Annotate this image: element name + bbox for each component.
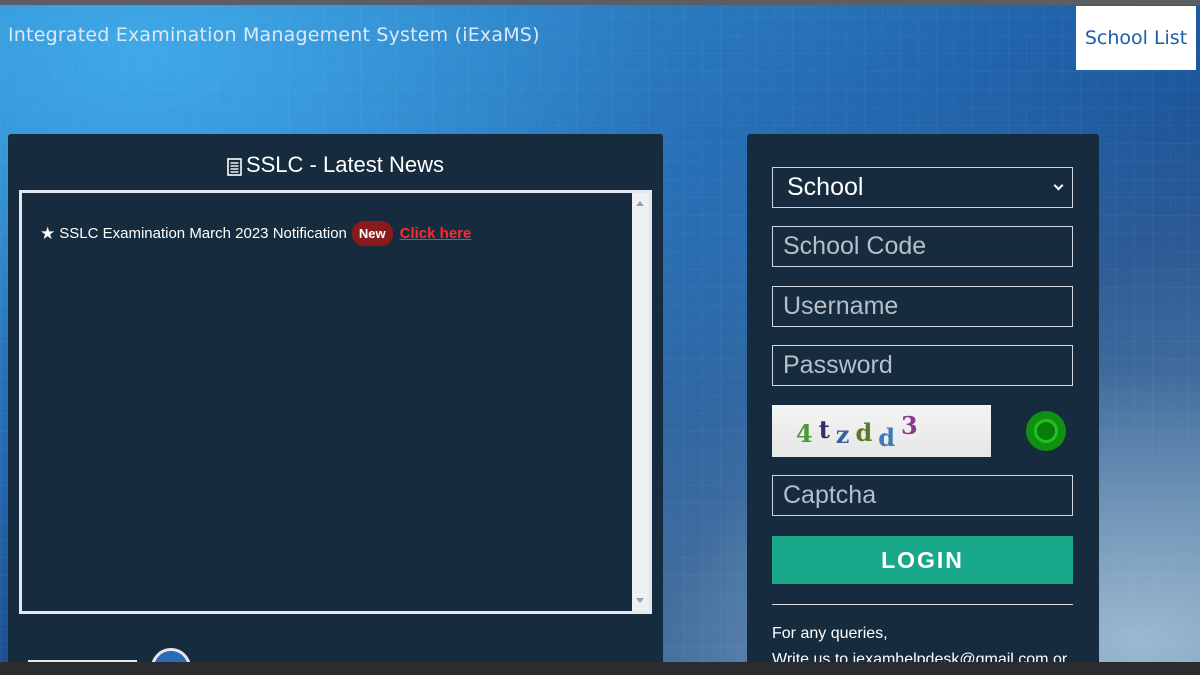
news-scrollbar[interactable] bbox=[632, 193, 649, 611]
news-item-text: SSLC Examination March 2023 Notification bbox=[59, 225, 347, 242]
role-select[interactable]: School bbox=[772, 167, 1073, 208]
login-button[interactable]: LOGIN bbox=[772, 536, 1073, 584]
query-line-1: For any queries, bbox=[772, 625, 888, 642]
app-title: Integrated Examination Management System… bbox=[8, 24, 540, 46]
new-badge: New bbox=[351, 221, 393, 246]
star-icon: ★ bbox=[40, 223, 56, 243]
scroll-down-icon[interactable] bbox=[636, 598, 644, 603]
captcha-char: d bbox=[878, 422, 901, 452]
news-heading: SSLC - Latest News bbox=[8, 152, 663, 178]
login-panel: School School Code Username Password 4tz… bbox=[747, 134, 1099, 674]
chevron-down-icon bbox=[1053, 180, 1064, 191]
school-code-input[interactable]: School Code bbox=[772, 226, 1073, 267]
password-input[interactable]: Password bbox=[772, 345, 1073, 386]
scroll-up-icon[interactable] bbox=[636, 201, 644, 206]
captcha-char: d bbox=[855, 417, 879, 447]
captcha-char: z bbox=[835, 419, 856, 449]
refresh-icon[interactable] bbox=[1026, 411, 1066, 451]
news-item: ★ SSLC Examination March 2023 Notificati… bbox=[40, 221, 471, 246]
captcha-char: 3 bbox=[901, 410, 924, 440]
document-list-icon bbox=[227, 156, 242, 176]
username-input[interactable]: Username bbox=[772, 286, 1073, 327]
latest-news-panel: SSLC - Latest News ★ SSLC Examination Ma… bbox=[8, 134, 663, 675]
news-heading-text: SSLC - Latest News bbox=[245, 152, 445, 177]
click-here-link[interactable]: Click here bbox=[400, 225, 472, 242]
captcha-char: t bbox=[818, 414, 836, 444]
captcha-input[interactable]: Captcha bbox=[772, 475, 1073, 516]
top-strip bbox=[0, 0, 1200, 5]
captcha-image: 4tzdd3 bbox=[772, 405, 991, 457]
school-list-button[interactable]: School List bbox=[1076, 6, 1196, 70]
captcha-char: 4 bbox=[796, 418, 819, 448]
bottom-strip bbox=[0, 662, 1200, 675]
role-select-value: School bbox=[787, 173, 864, 201]
divider bbox=[772, 604, 1073, 605]
news-scroll-box[interactable]: ★ SSLC Examination March 2023 Notificati… bbox=[19, 190, 652, 614]
